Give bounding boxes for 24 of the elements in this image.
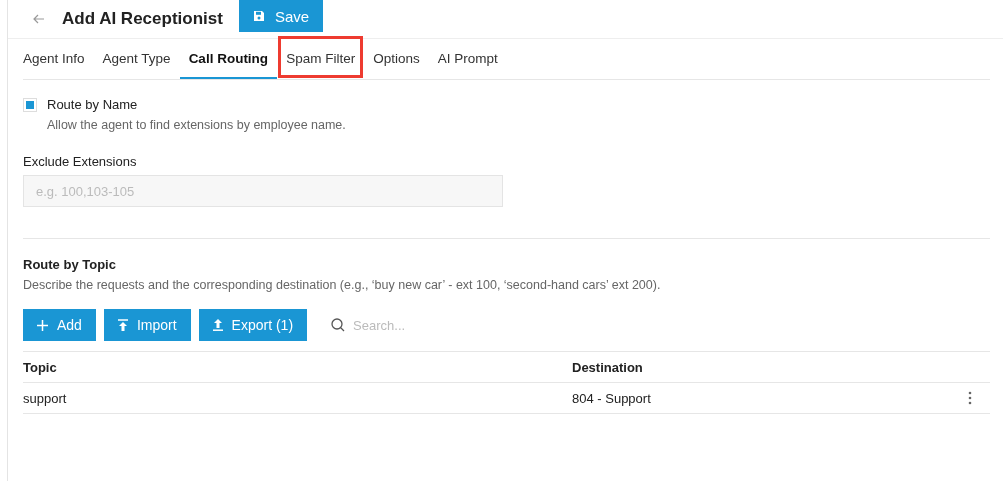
more-options-icon[interactable]	[968, 391, 972, 405]
column-header: Topic	[23, 359, 58, 375]
back-arrow-icon[interactable]	[33, 14, 45, 24]
tab[interactable]: Agent Info	[23, 39, 94, 79]
tab[interactable]: AI Prompt	[428, 39, 507, 79]
checkbox-label: Route by Name	[47, 97, 138, 112]
search-icon	[331, 318, 346, 332]
table-cell-text: 804 - Support	[572, 390, 652, 406]
column-header: Destination	[572, 359, 644, 375]
upload-icon	[212, 319, 223, 331]
description-text: Describe the requests and the corresponding destination (e.g., ‘buy new car’ - ext 100, ‘second-hand cars’ ext 200).	[23, 278, 662, 292]
checkbox[interactable]	[23, 97, 37, 112]
page-title: Add AI Receptionist	[62, 9, 223, 29]
tab[interactable]: Spam Filter	[277, 35, 365, 79]
field-label: Exclude Extensions	[23, 154, 138, 169]
tab[interactable]: Agent Type	[93, 39, 180, 79]
tab[interactable]: Options	[364, 39, 429, 79]
upload-icon	[117, 319, 128, 331]
plus-icon	[37, 319, 48, 331]
exclude-extensions-field[interactable]: e.g. 100,103-105	[23, 175, 503, 207]
tab[interactable]: Call Routing	[179, 39, 278, 79]
table-cell-text: support	[23, 390, 68, 406]
description-text: Allow the agent to find extensions by employee name.	[47, 118, 347, 132]
section-title: Route by Topic	[23, 257, 117, 272]
